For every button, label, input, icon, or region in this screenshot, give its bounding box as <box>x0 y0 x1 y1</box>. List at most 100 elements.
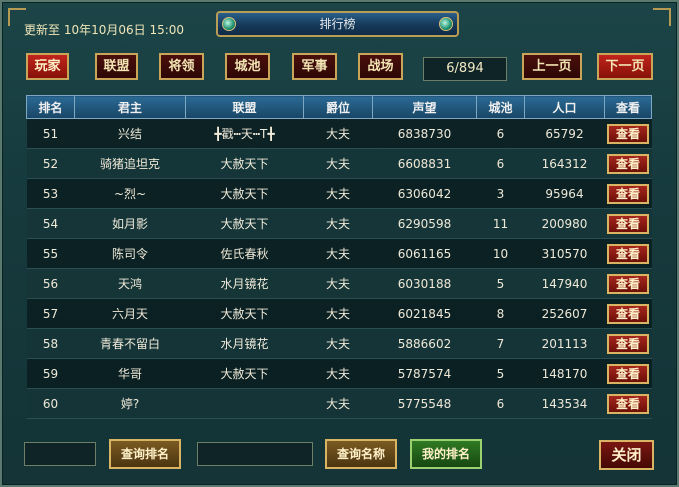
cell-rank: 52 <box>26 148 75 179</box>
table-row: 57 六月天 大赦天下 大夫 6021845 8 252607 查看 <box>26 298 652 329</box>
prev-page-button[interactable]: 上一页 <box>522 53 582 80</box>
cell-lord: 六月天 <box>74 298 186 329</box>
cell-cities: 8 <box>476 298 525 329</box>
cell-alliance: 大赦天下 <box>185 298 304 329</box>
cell-cities: 5 <box>476 268 525 299</box>
tab-generals[interactable]: 将领 <box>159 53 204 80</box>
cell-population: 164312 <box>524 148 605 179</box>
tab-cities[interactable]: 城池 <box>225 53 270 80</box>
view-button[interactable]: 查看 <box>607 303 649 324</box>
gem-icon <box>222 17 236 31</box>
title-bar: 排行榜 <box>216 11 459 37</box>
cell-lord: 如月影 <box>74 208 186 239</box>
ranking-table: 排名 君主 联盟 爵位 声望 城池 人口 查看 51 兴结 ╋戳┅天┅T╋ 大夫… <box>26 95 652 419</box>
query-rank-button[interactable]: 查询排名 <box>109 439 181 469</box>
column-header-population: 人口 <box>524 95 605 119</box>
cell-prestige: 6021845 <box>372 298 477 329</box>
panel-title: 排行榜 <box>319 17 356 31</box>
page-indicator: 6/894 <box>423 57 507 81</box>
view-button[interactable]: 查看 <box>607 273 649 294</box>
cell-alliance: 水月镜花 <box>185 328 304 359</box>
cell-title: 大夫 <box>303 178 373 209</box>
view-button[interactable]: 查看 <box>607 393 649 414</box>
cell-lord: 兴结 <box>74 118 186 149</box>
view-button[interactable]: 查看 <box>607 153 649 174</box>
cell-population: 252607 <box>524 298 605 329</box>
tab-players[interactable]: 玩家 <box>26 53 69 80</box>
cell-prestige: 5787574 <box>372 358 477 389</box>
cell-rank: 53 <box>26 178 75 209</box>
ranking-panel: 更新至 10年10月06日 15:00 排行榜 玩家 联盟 将领 城池 军事 战… <box>0 0 679 487</box>
view-button[interactable]: 查看 <box>607 363 649 384</box>
view-button[interactable]: 查看 <box>607 123 649 144</box>
cell-alliance: 水月镜花 <box>185 268 304 299</box>
cell-prestige: 6290598 <box>372 208 477 239</box>
column-header-view: 查看 <box>604 95 652 119</box>
cell-rank: 54 <box>26 208 75 239</box>
view-button[interactable]: 查看 <box>607 333 649 354</box>
cell-prestige: 6030188 <box>372 268 477 299</box>
query-name-button[interactable]: 查询名称 <box>325 439 397 469</box>
table-row: 53 ~烈~ 大赦天下 大夫 6306042 3 95964 查看 <box>26 178 652 209</box>
table-header: 排名 君主 联盟 爵位 声望 城池 人口 查看 <box>26 95 652 119</box>
my-rank-button[interactable]: 我的排名 <box>410 439 482 469</box>
cell-lord: 天鸿 <box>74 268 186 299</box>
cell-title: 大夫 <box>303 358 373 389</box>
cell-title: 大夫 <box>303 148 373 179</box>
cell-rank: 51 <box>26 118 75 149</box>
column-header-cities: 城池 <box>476 95 525 119</box>
view-button[interactable]: 查看 <box>607 183 649 204</box>
column-header-title: 爵位 <box>303 95 373 119</box>
cell-rank: 58 <box>26 328 75 359</box>
view-button[interactable]: 查看 <box>607 243 649 264</box>
tab-alliance[interactable]: 联盟 <box>95 53 138 80</box>
cell-prestige: 6061165 <box>372 238 477 269</box>
cell-alliance: ╋戳┅天┅T╋ <box>185 118 304 149</box>
column-header-alliance: 联盟 <box>185 95 304 119</box>
cell-prestige: 6306042 <box>372 178 477 209</box>
next-page-button[interactable]: 下一页 <box>597 53 653 80</box>
cell-title: 大夫 <box>303 268 373 299</box>
cell-cities: 6 <box>476 118 525 149</box>
close-button[interactable]: 关闭 <box>599 440 654 470</box>
cell-alliance: 大赦天下 <box>185 178 304 209</box>
tab-battlefield[interactable]: 战场 <box>358 53 403 80</box>
cell-rank: 57 <box>26 298 75 329</box>
cell-title: 大夫 <box>303 208 373 239</box>
cell-title: 大夫 <box>303 118 373 149</box>
cell-cities: 5 <box>476 358 525 389</box>
cell-cities: 11 <box>476 208 525 239</box>
cell-lord: 华哥 <box>74 358 186 389</box>
cell-title: 大夫 <box>303 388 373 419</box>
column-header-lord: 君主 <box>74 95 186 119</box>
cell-population: 95964 <box>524 178 605 209</box>
view-button[interactable]: 查看 <box>607 213 649 234</box>
cell-prestige: 5775548 <box>372 388 477 419</box>
cell-alliance: 大赦天下 <box>185 148 304 179</box>
cell-population: 143534 <box>524 388 605 419</box>
rank-search-input[interactable] <box>24 442 96 466</box>
cell-prestige: 5886602 <box>372 328 477 359</box>
cell-title: 大夫 <box>303 238 373 269</box>
cell-rank: 59 <box>26 358 75 389</box>
cell-lord: 陈司令 <box>74 238 186 269</box>
cell-rank: 56 <box>26 268 75 299</box>
cell-lord: ~烈~ <box>74 178 186 209</box>
cell-lord: 青春不留白 <box>74 328 186 359</box>
cell-prestige: 6608831 <box>372 148 477 179</box>
cell-population: 310570 <box>524 238 605 269</box>
cell-population: 65792 <box>524 118 605 149</box>
table-row: 51 兴结 ╋戳┅天┅T╋ 大夫 6838730 6 65792 查看 <box>26 118 652 149</box>
cell-population: 148170 <box>524 358 605 389</box>
corner-ornament <box>653 8 671 26</box>
tab-military[interactable]: 军事 <box>292 53 337 80</box>
cell-cities: 3 <box>476 178 525 209</box>
table-row: 56 天鸿 水月镜花 大夫 6030188 5 147940 查看 <box>26 268 652 299</box>
cell-cities: 6 <box>476 148 525 179</box>
cell-prestige: 6838730 <box>372 118 477 149</box>
gem-icon <box>439 17 453 31</box>
column-header-prestige: 声望 <box>372 95 477 119</box>
cell-alliance: 佐氏春秋 <box>185 238 304 269</box>
name-search-input[interactable] <box>197 442 313 466</box>
cell-title: 大夫 <box>303 328 373 359</box>
